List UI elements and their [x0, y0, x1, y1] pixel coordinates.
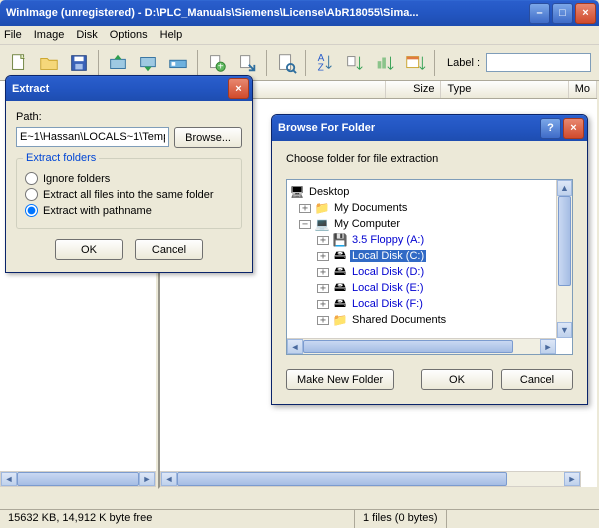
tree-ddisk[interactable]: +🖴Local Disk (D:) — [289, 264, 570, 280]
window-title: WinImage (unregistered) - D:\PLC_Manuals… — [6, 7, 529, 19]
computer-icon: 💻 — [314, 216, 330, 232]
expand-icon[interactable]: + — [317, 300, 329, 309]
menu-help[interactable]: Help — [160, 29, 183, 41]
browse-hint: Choose folder for file extraction — [286, 153, 573, 165]
maximize-button[interactable]: □ — [552, 3, 573, 24]
tree-mycomp[interactable]: −💻My Computer — [289, 216, 570, 232]
write-disk-icon[interactable] — [135, 50, 161, 76]
scroll-left-icon[interactable]: ◄ — [287, 339, 303, 354]
format-icon[interactable] — [165, 50, 191, 76]
scroll-right-icon[interactable]: ► — [564, 472, 580, 486]
tree-desktop[interactable]: 🖥Desktop — [289, 184, 570, 200]
open-icon[interactable] — [36, 50, 62, 76]
col-size[interactable]: Size — [386, 81, 441, 98]
col-type[interactable]: Type — [441, 81, 568, 98]
scroll-left-icon[interactable]: ◄ — [1, 472, 17, 486]
browse-button[interactable]: Browse... — [174, 127, 242, 148]
group-legend: Extract folders — [23, 152, 99, 164]
tree-vscroll[interactable]: ▲▼ — [556, 180, 572, 338]
make-folder-button[interactable]: Make New Folder — [286, 369, 394, 390]
expand-icon[interactable]: + — [317, 268, 329, 277]
extract-title: Extract — [12, 83, 228, 95]
sort-date-icon[interactable] — [402, 50, 428, 76]
browse-close-button[interactable]: × — [563, 118, 584, 139]
expand-icon[interactable]: + — [317, 252, 329, 261]
tree-edisk[interactable]: +🖴Local Disk (E:) — [289, 280, 570, 296]
radio-same[interactable]: Extract all files into the same folder — [25, 188, 233, 201]
tree-shared[interactable]: +📁Shared Documents — [289, 312, 570, 328]
tree-hscroll[interactable]: ◄► — [287, 338, 556, 354]
sort-size-icon[interactable] — [372, 50, 398, 76]
tree-fdisk[interactable]: +🖴Local Disk (F:) — [289, 296, 570, 312]
sort-name-icon[interactable] — [342, 50, 368, 76]
browse-ok-button[interactable]: OK — [421, 369, 493, 390]
browse-title: Browse For Folder — [278, 122, 540, 134]
collapse-icon[interactable]: − — [299, 220, 311, 229]
extract-folders-group: Extract folders Ignore folders Extract a… — [16, 158, 242, 229]
col-mod[interactable]: Mo — [569, 81, 597, 98]
menu-disk[interactable]: Disk — [76, 29, 97, 41]
scroll-right-icon[interactable]: ► — [139, 472, 155, 486]
path-label: Path: — [16, 111, 242, 123]
menu-image[interactable]: Image — [34, 29, 65, 41]
status-right: 1 files (0 bytes) — [355, 510, 447, 528]
statusbar: 15632 KB, 14,912 K byte free 1 files (0 … — [0, 509, 599, 528]
path-input[interactable] — [16, 127, 169, 147]
read-disk-icon[interactable] — [105, 50, 131, 76]
desktop-icon: 🖥 — [289, 184, 305, 200]
browse-dialog: Browse For Folder ? × Choose folder for … — [271, 114, 588, 405]
sort-az-icon[interactable]: AZ — [312, 50, 338, 76]
extract-icon[interactable] — [234, 50, 260, 76]
scroll-down-icon[interactable]: ▼ — [557, 322, 572, 338]
folder-tree[interactable]: 🖥Desktop +📁My Documents −💻My Computer +💾… — [286, 179, 573, 355]
properties-icon[interactable] — [273, 50, 299, 76]
menubar: File Image Disk Options Help — [0, 26, 599, 45]
scroll-right-icon[interactable]: ► — [540, 339, 556, 354]
radio-ignore[interactable]: Ignore folders — [25, 172, 233, 185]
extract-close-button[interactable]: × — [228, 78, 249, 99]
tree-cdisk[interactable]: +🖴Local Disk (C:) — [289, 248, 570, 264]
radio-pathname[interactable]: Extract with pathname — [25, 204, 233, 217]
tree-mydocs[interactable]: +📁My Documents — [289, 200, 570, 216]
main-titlebar: WinImage (unregistered) - D:\PLC_Manuals… — [0, 0, 599, 26]
scroll-left-icon[interactable]: ◄ — [161, 472, 177, 486]
help-button[interactable]: ? — [540, 118, 561, 139]
minimize-button[interactable]: – — [529, 3, 550, 24]
close-button[interactable]: × — [575, 3, 596, 24]
menu-file[interactable]: File — [4, 29, 22, 41]
scroll-up-icon[interactable]: ▲ — [557, 180, 572, 196]
svg-text:+: + — [218, 61, 224, 72]
save-icon[interactable] — [66, 50, 92, 76]
browse-cancel-button[interactable]: Cancel — [501, 369, 573, 390]
label-input[interactable] — [486, 53, 591, 72]
expand-icon[interactable]: + — [317, 284, 329, 293]
folder-icon: 📁 — [314, 200, 330, 216]
tree-floppy[interactable]: +💾3.5 Floppy (A:) — [289, 232, 570, 248]
menu-options[interactable]: Options — [110, 29, 148, 41]
folder-icon: 📁 — [332, 312, 348, 328]
status-left: 15632 KB, 14,912 K byte free — [0, 510, 355, 528]
expand-icon[interactable]: + — [317, 316, 329, 325]
extract-ok-button[interactable]: OK — [55, 239, 123, 260]
disk-icon: 🖴 — [332, 296, 348, 312]
label-caption: Label : — [447, 57, 480, 69]
extract-cancel-button[interactable]: Cancel — [135, 239, 203, 260]
expand-icon[interactable]: + — [317, 236, 329, 245]
svg-text:Z: Z — [318, 62, 324, 73]
inject-icon[interactable]: + — [204, 50, 230, 76]
expand-icon[interactable]: + — [299, 204, 311, 213]
extract-dialog: Extract × Path: Browse... Extract folder… — [5, 75, 253, 273]
new-icon[interactable] — [6, 50, 32, 76]
